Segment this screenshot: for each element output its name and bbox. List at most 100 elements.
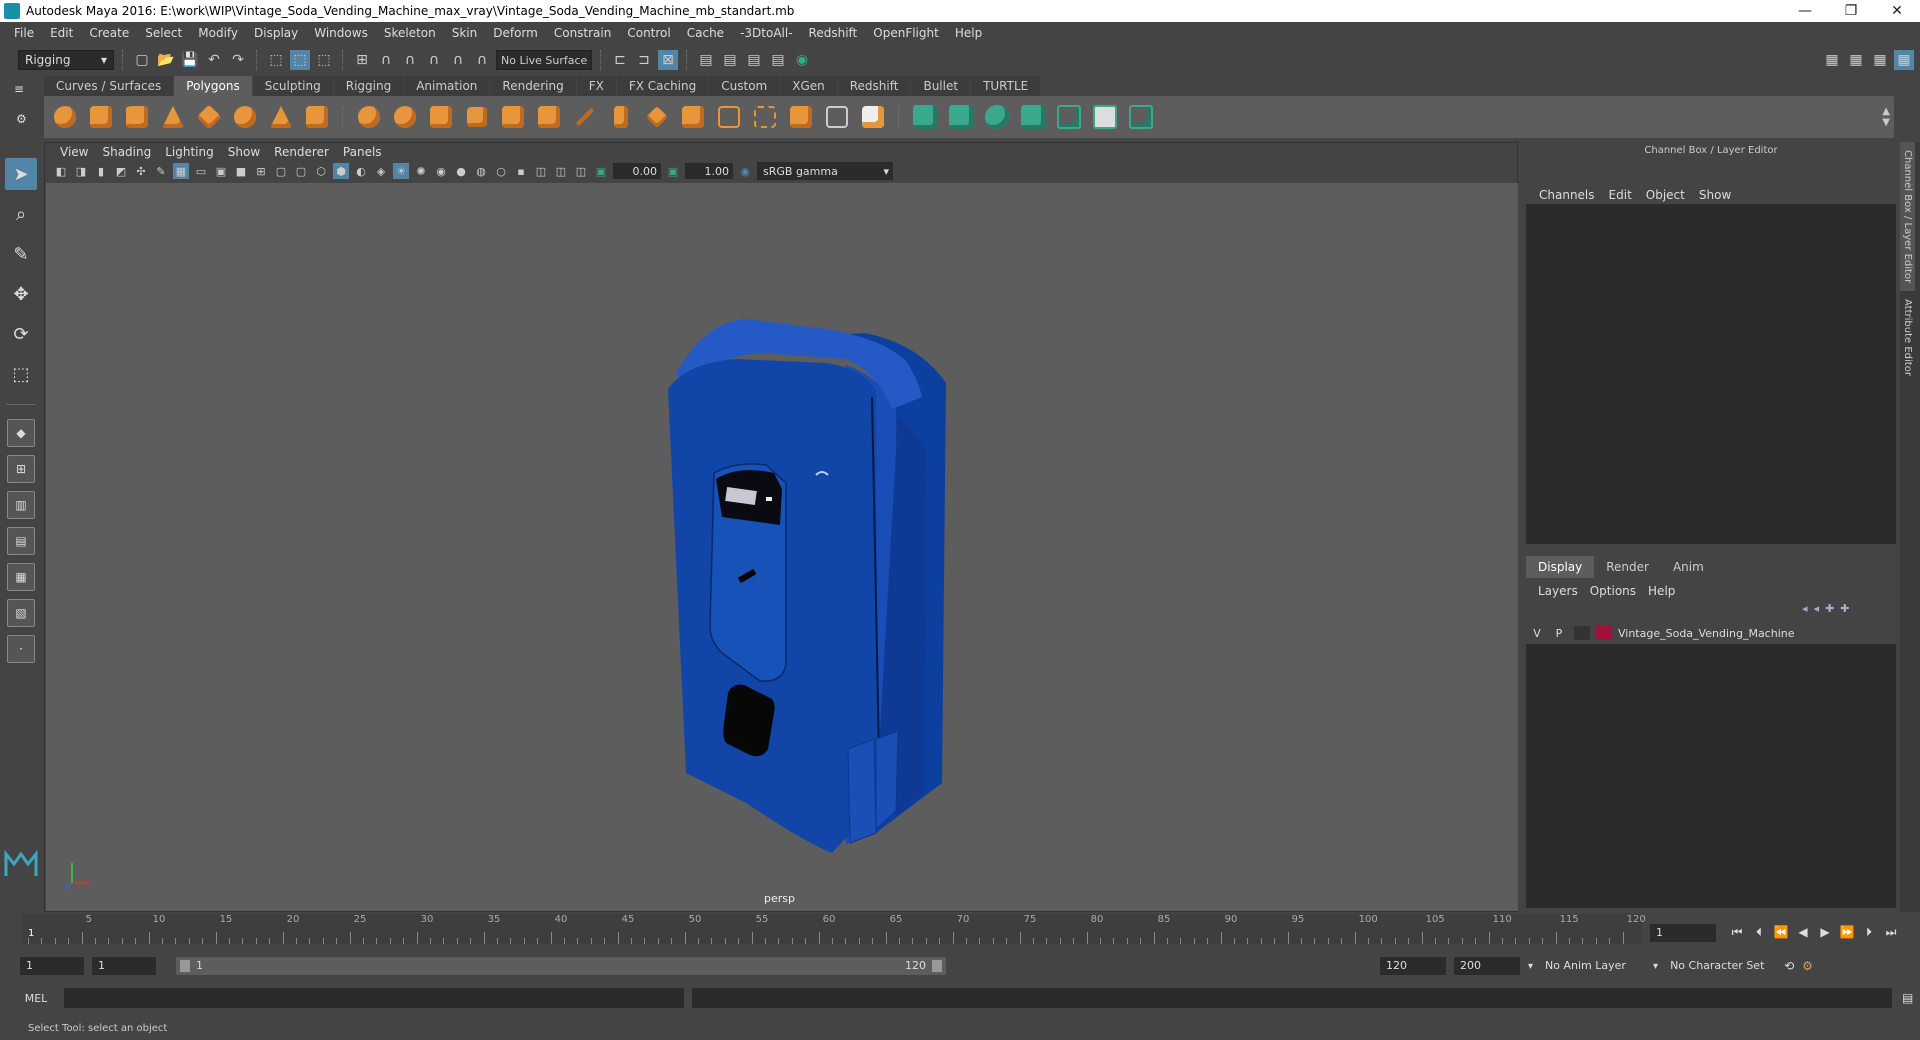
tab-sculpting[interactable]: Sculpting — [252, 76, 333, 96]
menu-select[interactable]: Select — [137, 26, 190, 40]
current-frame-field[interactable]: 1 — [1650, 924, 1716, 942]
channel-box-toggle-icon[interactable]: ▦ — [1894, 50, 1914, 70]
scale-tool-icon[interactable]: ⬚ — [5, 358, 37, 390]
step-forward-frame-icon[interactable]: ⏵ — [1860, 922, 1878, 942]
combine-icon[interactable] — [354, 102, 384, 132]
menu-openflight[interactable]: OpenFlight — [865, 26, 947, 40]
modeling-toolkit-icon[interactable]: ▦ — [1822, 50, 1842, 70]
bridge-icon[interactable] — [534, 102, 564, 132]
checker-map-icon[interactable] — [1090, 102, 1120, 132]
film-gate-icon[interactable]: ▭ — [193, 163, 209, 179]
menu-modify[interactable]: Modify — [190, 26, 246, 40]
tab-rigging[interactable]: Rigging — [333, 76, 404, 96]
shelf-settings-icon[interactable]: ⚙ — [16, 112, 27, 126]
multisample-icon[interactable]: ◍ — [473, 163, 489, 179]
go-to-end-icon[interactable]: ⏭ — [1882, 922, 1900, 942]
merge-icon[interactable] — [642, 102, 672, 132]
close-button[interactable]: ✕ — [1874, 0, 1920, 22]
layer-name[interactable]: Vintage_Soda_Vending_Machine — [1618, 627, 1795, 640]
side-by-side-layout-icon[interactable]: ▥ — [7, 491, 35, 519]
layer-visibility-toggle[interactable]: V — [1526, 627, 1548, 640]
viewport-canvas[interactable]: persp — [46, 183, 1518, 911]
poly-cylinder-icon[interactable] — [122, 102, 152, 132]
move-layer-down-icon[interactable]: ◂ — [1814, 602, 1820, 615]
tab-custom[interactable]: Custom — [709, 76, 780, 96]
poly-torus-icon[interactable] — [230, 102, 260, 132]
menu-cache[interactable]: Cache — [679, 26, 732, 40]
smooth-shade-icon[interactable]: ⬢ — [333, 163, 349, 179]
xray-icon[interactable]: ◫ — [533, 163, 549, 179]
undo-icon[interactable]: ↶ — [204, 50, 224, 70]
viewport-menu-renderer[interactable]: Renderer — [267, 145, 336, 159]
exposure-icon[interactable]: ▣ — [593, 163, 609, 179]
bookmark-icon[interactable]: ▮ — [93, 163, 109, 179]
motion-blur-icon[interactable]: ● — [453, 163, 469, 179]
save-scene-icon[interactable]: 💾 — [180, 50, 200, 70]
auto-key-icon[interactable]: ⟲ — [1784, 959, 1794, 973]
resolution-gate-icon[interactable]: ▣ — [213, 163, 229, 179]
playback-start-field[interactable]: 1 — [92, 957, 156, 975]
cylindrical-map-icon[interactable] — [982, 102, 1012, 132]
persp-outliner-layout-icon[interactable]: ▤ — [7, 527, 35, 555]
animation-end-field[interactable]: 200 — [1454, 957, 1520, 975]
uv-editor-icon[interactable] — [910, 102, 940, 132]
range-slider[interactable]: 1 120 — [176, 957, 946, 975]
maximize-button[interactable]: ❐ — [1828, 0, 1874, 22]
step-back-frame-icon[interactable]: ⏴ — [1750, 922, 1768, 942]
animation-start-field[interactable]: 1 — [20, 957, 84, 975]
snap-grid-icon[interactable]: ⊞ — [352, 50, 372, 70]
live-surface-field[interactable]: No Live Surface — [496, 50, 592, 70]
tab-xgen[interactable]: XGen — [780, 76, 837, 96]
use-lights-icon[interactable]: ☀ — [393, 163, 409, 179]
xray-joints-icon[interactable]: ◫ — [553, 163, 569, 179]
menu-display[interactable]: Display — [246, 26, 306, 40]
insert-edge-loop-icon[interactable] — [714, 102, 744, 132]
extrude-icon[interactable] — [606, 102, 636, 132]
color-management-icon[interactable]: ◉ — [737, 163, 753, 179]
gamma-icon[interactable]: ▣ — [665, 163, 681, 179]
attribute-editor-toggle-icon[interactable]: ▦ — [1846, 50, 1866, 70]
poly-pyramid-icon[interactable] — [266, 102, 296, 132]
shelf-scroll-icon[interactable]: ▲ ▼ — [1882, 106, 1890, 128]
menu-edit[interactable]: Edit — [42, 26, 81, 40]
play-backwards-icon[interactable]: ◀ — [1794, 922, 1812, 942]
move-layer-up-icon[interactable]: ◂ — [1802, 602, 1808, 615]
poly-sphere-icon[interactable] — [50, 102, 80, 132]
menu-file[interactable]: File — [6, 26, 42, 40]
paint-select-tool-icon[interactable]: ✎ — [5, 238, 37, 270]
tab-animation[interactable]: Animation — [404, 76, 490, 96]
time-slider[interactable]: 1 5 10 15 20 25 30 35 40 45 50 55 60 65 70 75 80 85 90 95 1… — [22, 914, 1646, 944]
layer-row[interactable]: V P Vintage_Soda_Vending_Machine — [1526, 622, 1896, 644]
single-view-layout-icon[interactable]: ◆ — [7, 419, 35, 447]
anim-layer-dropdown[interactable]: No Anim Layer — [1541, 957, 1645, 975]
channel-box-menu-channels[interactable]: Channels — [1532, 188, 1602, 202]
script-editor-icon[interactable]: ▤ — [1902, 991, 1913, 1005]
unfold-icon[interactable] — [1126, 102, 1156, 132]
side-tab-channel-box[interactable]: Channel Box / Layer Editor — [1900, 142, 1915, 292]
move-tool-icon[interactable]: ✥ — [5, 278, 37, 310]
textured-icon[interactable]: ◈ — [373, 163, 389, 179]
step-back-key-icon[interactable]: ⏪ — [1772, 922, 1790, 942]
smooth-icon[interactable] — [462, 102, 492, 132]
color-space-dropdown[interactable]: sRGB gamma ▾ — [757, 162, 893, 180]
range-end-handle[interactable] — [932, 960, 942, 972]
play-forwards-icon[interactable]: ▶ — [1816, 922, 1834, 942]
layer-display-type[interactable] — [1574, 626, 1590, 640]
safe-action-icon[interactable]: ▢ — [273, 163, 289, 179]
shadows-icon[interactable]: ✺ — [413, 163, 429, 179]
menu-redshift[interactable]: Redshift — [801, 26, 866, 40]
tab-polygons[interactable]: Polygons — [174, 76, 252, 96]
viewport-menu-panels[interactable]: Panels — [336, 145, 389, 159]
tab-curves-surfaces[interactable]: Curves / Surfaces — [44, 76, 174, 96]
extract-icon[interactable] — [426, 102, 456, 132]
character-set-dropdown[interactable]: No Character Set — [1666, 957, 1776, 975]
menu-help[interactable]: Help — [947, 26, 990, 40]
append-icon[interactable] — [678, 102, 708, 132]
tab-fx[interactable]: FX — [576, 76, 616, 96]
step-forward-key-icon[interactable]: ⏩ — [1838, 922, 1856, 942]
open-scene-icon[interactable]: 📂 — [156, 50, 176, 70]
poly-pipe-icon[interactable] — [302, 102, 332, 132]
field-chart-icon[interactable]: ⊞ — [253, 163, 269, 179]
menu-skeleton[interactable]: Skeleton — [376, 26, 444, 40]
poly-cube-icon[interactable] — [86, 102, 116, 132]
